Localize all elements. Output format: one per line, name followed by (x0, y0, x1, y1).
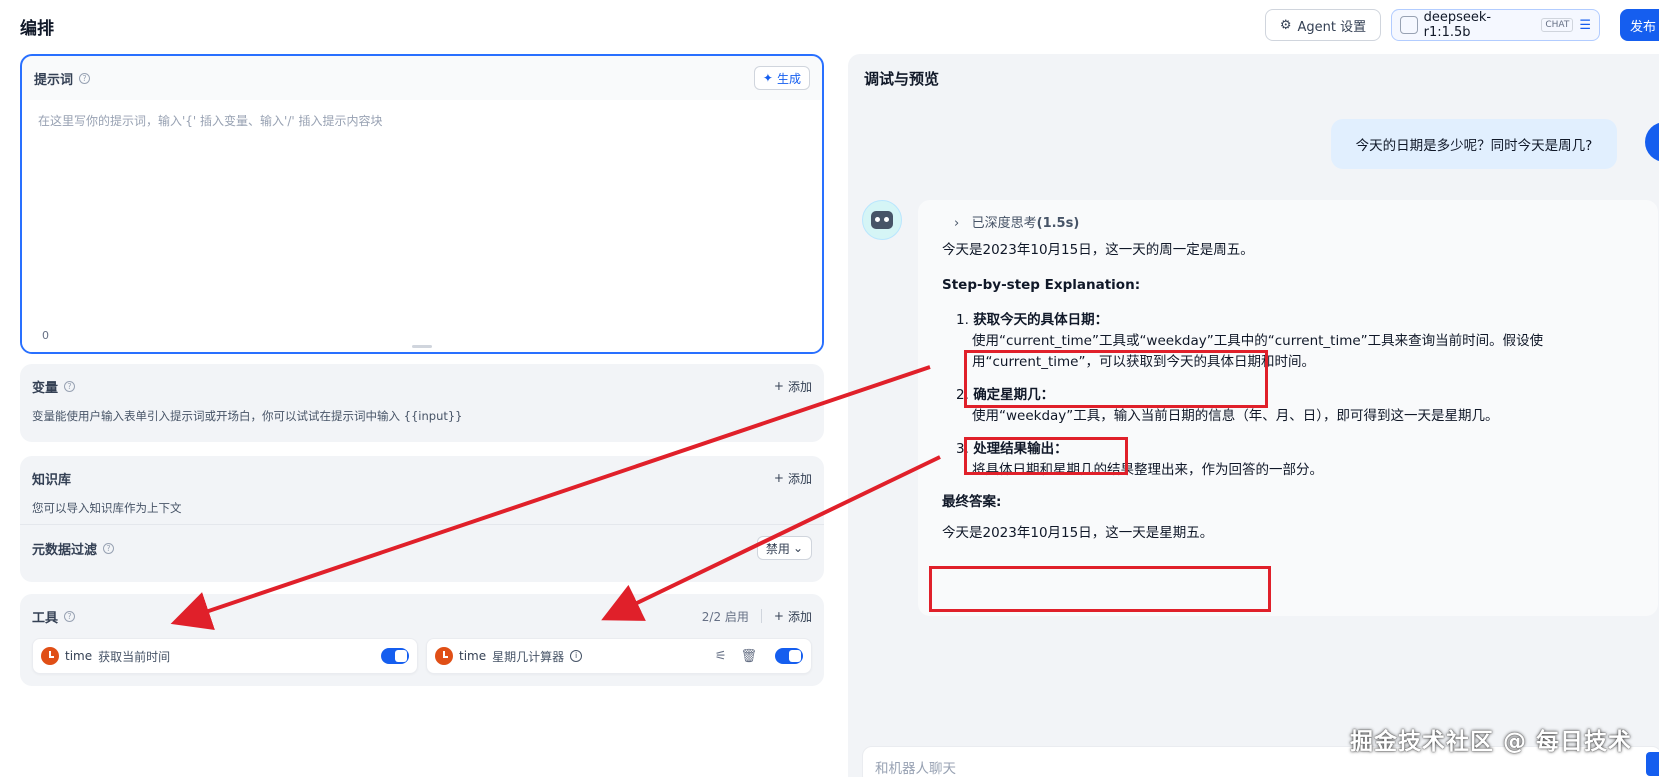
annotation-arrows (170, 365, 941, 630)
annotation-arrow (170, 365, 931, 630)
annotation-arrow (601, 455, 941, 621)
watermark: 掘金技术社区 @ 每日技术 (1350, 729, 1633, 755)
